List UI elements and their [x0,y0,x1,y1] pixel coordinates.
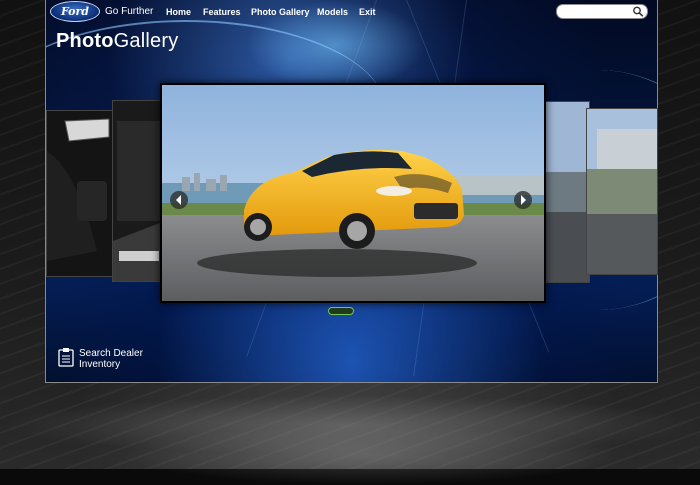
gallery-thumbnail-right[interactable] [586,108,658,275]
clipboard-icon [58,348,74,367]
exterior-photo [587,109,657,274]
chevron-left-icon [176,195,181,205]
nav-home[interactable]: Home [166,7,191,17]
search-input[interactable] [556,4,648,19]
search-icon[interactable] [632,6,644,17]
exterior-photo [539,102,589,282]
interior-photo [47,111,117,276]
ford-logo[interactable]: Ford [50,1,100,22]
brand-tagline: Go Further [105,6,154,17]
dealer-link-label: Search Dealer Inventory [79,348,143,370]
slide-indicator[interactable] [328,307,354,315]
interior-photo [113,101,165,281]
search-dealer-inventory-link[interactable]: Search Dealer Inventory [58,347,143,372]
nav-models[interactable]: Models [317,7,348,17]
nav-features[interactable]: Features [203,7,241,17]
previous-photo-button[interactable] [170,191,188,209]
nav-exit[interactable]: Exit [359,7,376,17]
gallery-main-photo[interactable] [160,83,546,303]
chevron-right-icon [521,195,526,205]
top-navigation: Ford Go Further Home Features Photo Gall… [45,0,656,26]
gallery-thumbnail-interior-mid[interactable] [112,100,166,282]
nav-photo-gallery[interactable]: Photo Gallery [251,7,310,17]
backdrop-wave [120,425,620,485]
page-title: PhotoGallery [56,30,179,52]
gallery-thumbnail-interior-left[interactable] [46,110,118,277]
next-photo-button[interactable] [514,191,532,209]
yellow-car-photo [162,85,544,301]
